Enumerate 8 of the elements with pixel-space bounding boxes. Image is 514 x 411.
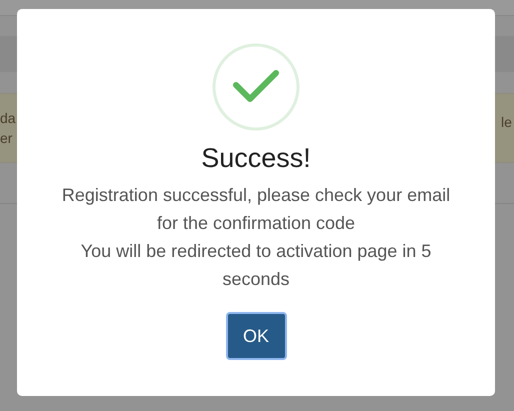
dialog-message: You will be redirected to activation page in 5 seconds [80,240,432,291]
alert-text: le [501,113,513,132]
alert-text: da [0,109,16,128]
dialog-title: Success! [201,142,311,175]
alert-text: er [0,129,12,148]
ok-button[interactable]: OK [226,312,286,360]
check-circle-icon [212,43,300,131]
dialog-message: Registration successful, please check your email for the confirmation code [60,184,452,235]
